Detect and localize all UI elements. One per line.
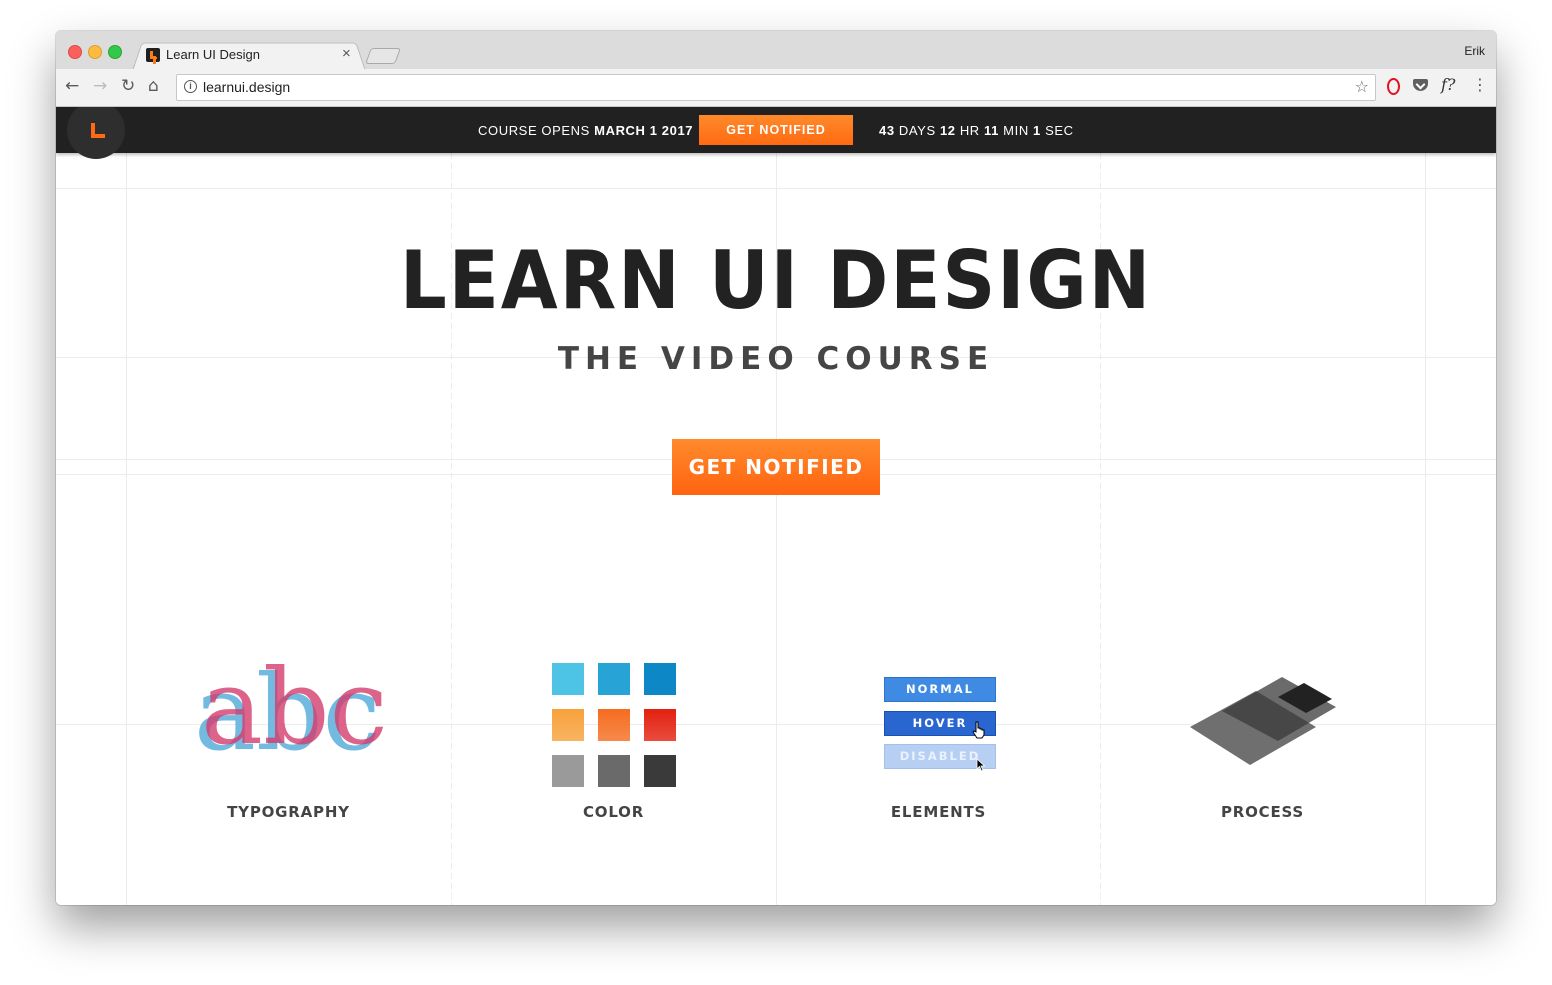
color-swatch: [598, 663, 630, 695]
arrow-cursor-icon: [976, 758, 986, 772]
site-logo[interactable]: [67, 107, 125, 159]
get-notified-button[interactable]: GET NOTIFIED: [672, 439, 880, 495]
color-swatch: [598, 755, 630, 787]
back-arrow-icon[interactable]: ←: [65, 77, 79, 95]
feature-label-process: PROCESS: [1220, 803, 1305, 821]
feature-label-color: COLOR: [582, 803, 645, 821]
header-get-notified-button[interactable]: GET NOTIFIED: [699, 115, 853, 145]
course-open-date: MARCH 1 2017: [594, 123, 694, 138]
color-swatch: [552, 755, 584, 787]
feature-label-typography: TYPOGRAPHY: [227, 803, 350, 821]
color-swatch: [598, 709, 630, 741]
process-layers-icon: [1190, 677, 1336, 765]
color-swatch: [644, 755, 676, 787]
browser-menu-icon[interactable]: ⋮: [1472, 76, 1488, 94]
page-viewport: COURSE OPENS MARCH 1 2017 GET NOTIFIED 4…: [56, 107, 1496, 905]
color-swatch: [644, 709, 676, 741]
profile-name[interactable]: Erik: [1464, 44, 1485, 58]
hand-cursor-icon: [972, 721, 985, 739]
opera-extension-icon[interactable]: [1385, 77, 1403, 95]
url-text[interactable]: learnui.design: [203, 79, 290, 95]
tab-title: Learn UI Design: [166, 47, 260, 62]
pocket-extension-icon[interactable]: [1413, 77, 1431, 95]
address-bar[interactable]: i learnui.design ☆: [176, 74, 1376, 101]
color-swatch: [552, 663, 584, 695]
color-swatch: [552, 709, 584, 741]
browser-toolbar: ← → ↻ ⌂ i learnui.design ☆ f? ⋮: [56, 69, 1496, 107]
tab-content[interactable]: Learn UI Design ×: [142, 41, 364, 69]
site-info-icon[interactable]: i: [184, 80, 197, 93]
elements-normal-button: NORMAL: [884, 677, 996, 702]
home-icon[interactable]: ⌂: [148, 77, 159, 95]
hero-title: LEARN UI DESIGN: [399, 234, 1153, 327]
course-opens-text: COURSE OPENS MARCH 1 2017: [478, 123, 694, 138]
svg-text:abc: abc: [201, 647, 388, 767]
zoom-window-button[interactable]: [108, 45, 122, 59]
typography-abc-icon: abc abc: [194, 647, 388, 767]
minimize-window-button[interactable]: [88, 45, 102, 59]
close-window-button[interactable]: [68, 45, 82, 59]
color-swatch: [644, 663, 676, 695]
browser-window: Learn UI Design × Erik ← → ↻ ⌂ i learnui…: [56, 31, 1496, 905]
countdown-timer: 43 DAYS 12 HR 11 MIN 1 SEC: [879, 123, 1074, 138]
site-favicon-icon: [146, 48, 160, 62]
reload-icon[interactable]: ↻: [121, 77, 135, 95]
forward-arrow-icon[interactable]: →: [93, 77, 107, 95]
bookmark-star-icon[interactable]: ☆: [1355, 77, 1369, 96]
tab-strip: Learn UI Design × Erik: [56, 31, 1496, 71]
hero-subtitle: THE VIDEO COURSE: [557, 341, 995, 377]
new-tab-button[interactable]: [365, 48, 401, 64]
feature-label-elements: ELEMENTS: [890, 803, 987, 821]
site-header: COURSE OPENS MARCH 1 2017 GET NOTIFIED 4…: [56, 107, 1496, 159]
font-extension-icon[interactable]: f?: [1441, 75, 1459, 94]
grid-line: [56, 188, 1496, 189]
tab-close-icon[interactable]: ×: [342, 45, 351, 62]
